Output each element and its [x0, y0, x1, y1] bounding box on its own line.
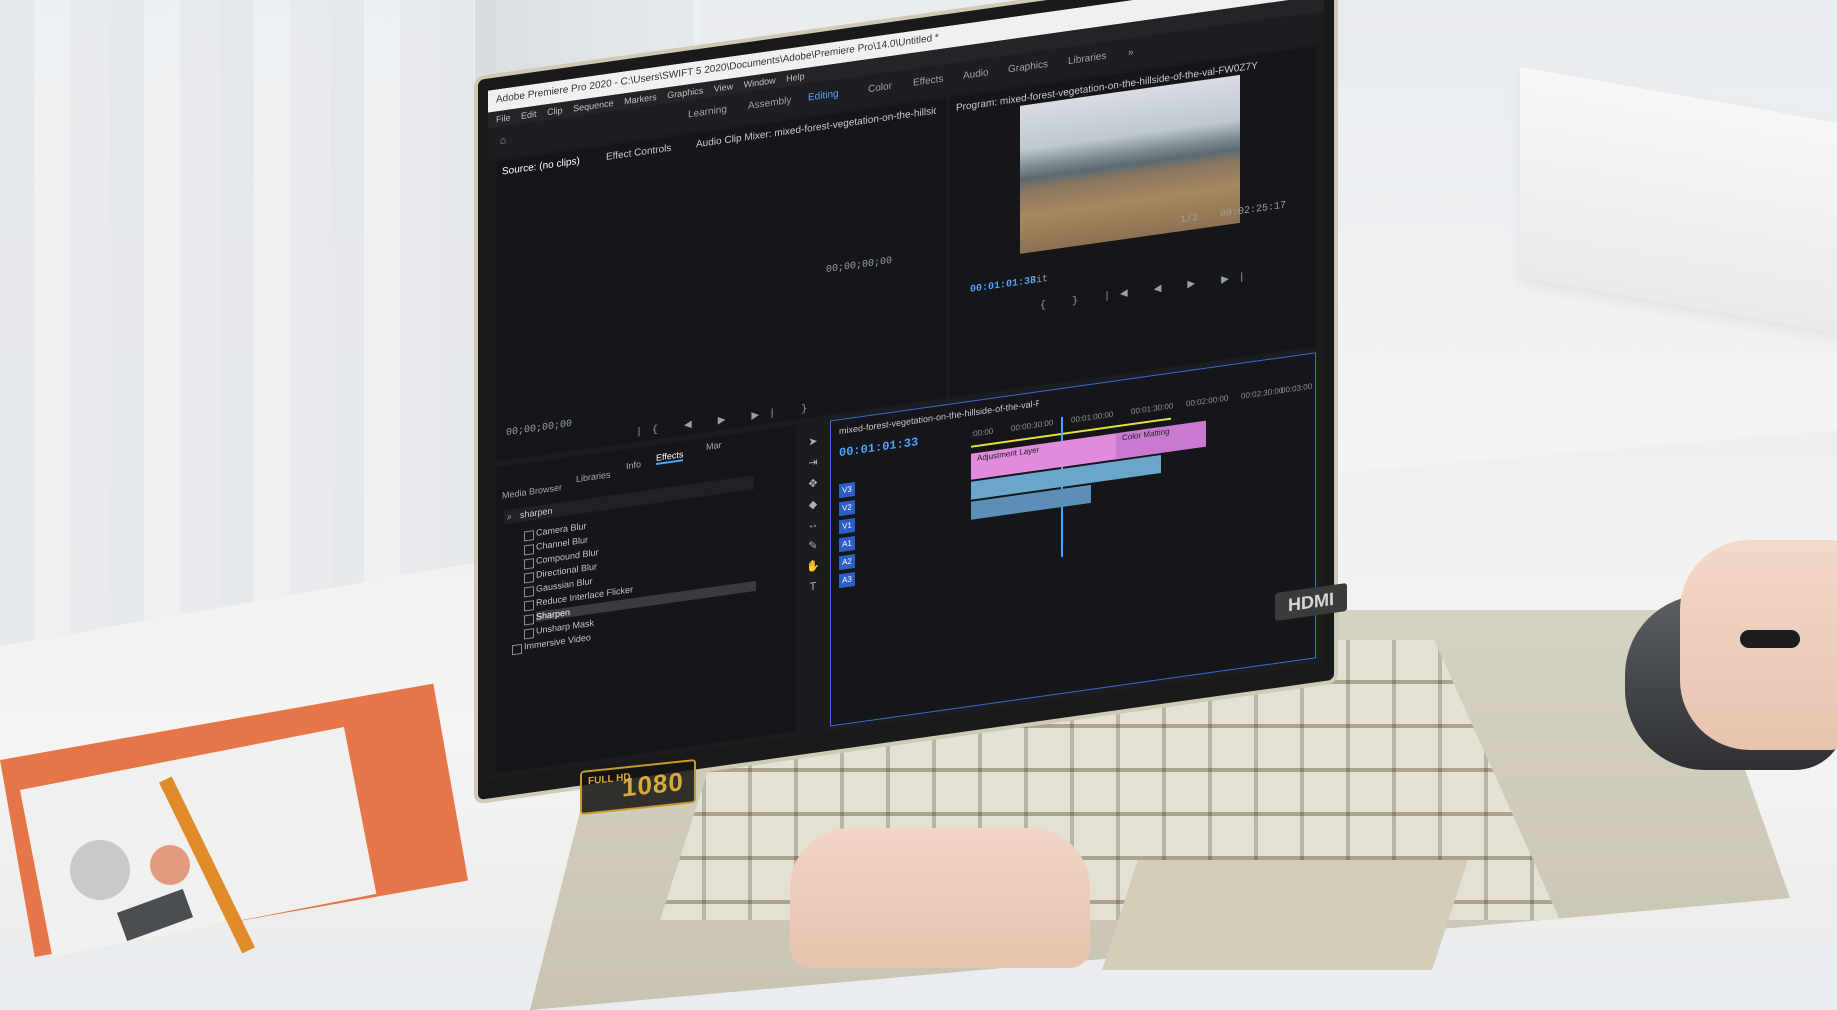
ripple-edit-tool-icon[interactable]: ✥ — [800, 475, 826, 492]
tools-panel: ➤ ⇥ ✥ ◆ ↔ ✎ ✋ T — [800, 421, 826, 731]
ruler-tick: 00:01:30:00 — [1131, 401, 1174, 417]
overflow-chevron-icon[interactable]: » — [1128, 47, 1134, 59]
ruler-tick: :00:00 — [971, 426, 994, 439]
ruler-tick: 00:03:00 — [1281, 381, 1313, 396]
tab-info[interactable]: Info — [626, 459, 641, 471]
workspace-editing[interactable]: Editing — [808, 88, 839, 103]
card-circle-shape — [150, 845, 190, 885]
fit-dropdown[interactable]: Fit — [1030, 274, 1048, 288]
workspace-learning[interactable]: Learning — [688, 104, 727, 120]
workspace-assembly[interactable]: Assembly — [748, 95, 791, 112]
tab-media-browser[interactable]: Media Browser — [502, 482, 562, 500]
timeline-panel: mixed-forest-vegetation-on-the-hillside-… — [830, 352, 1316, 727]
track-label: A1 — [839, 536, 855, 553]
workspace-effects[interactable]: Effects — [913, 74, 943, 89]
program-transport-controls[interactable]: { } |◀ ◀ ▶ ▶| — [1040, 270, 1255, 312]
source-duration: 00;00;00;00 — [826, 255, 893, 277]
search-value: sharpen — [520, 505, 553, 521]
ruler-tick: 00:02:00:00 — [1186, 393, 1229, 409]
typing-hand — [790, 828, 1090, 968]
timeline-timecode[interactable]: 00:01:01:33 — [839, 435, 918, 460]
source-timecode[interactable]: 00;00;00;00 — [506, 419, 572, 439]
menu-view[interactable]: View — [714, 81, 733, 94]
ruler-tick: 00:01:00:00 — [1071, 409, 1114, 425]
workspace-libraries[interactable]: Libraries — [1068, 51, 1106, 67]
source-monitor-panel: Source: (no clips) Effect Controls Audio… — [496, 98, 946, 462]
tab-effects[interactable]: Effects — [656, 449, 684, 465]
selection-tool-icon[interactable]: ➤ — [800, 433, 826, 450]
slip-tool-icon[interactable]: ↔ — [800, 517, 826, 533]
menu-markers[interactable]: Markers — [624, 92, 657, 107]
tab-markers[interactable]: Mar — [706, 440, 722, 452]
laptop-screen: Adobe Premiere Pro 2020 - C:\Users\SWIFT… — [488, 0, 1324, 781]
workspace-graphics[interactable]: Graphics — [1008, 59, 1048, 76]
menu-help[interactable]: Help — [786, 71, 805, 84]
track-label: V3 — [839, 482, 855, 499]
touchpad[interactable] — [1102, 860, 1468, 970]
track-label: V2 — [839, 500, 855, 517]
menu-window[interactable]: Window — [744, 75, 776, 89]
program-video-frame — [1020, 74, 1240, 254]
ruler-tick: 00:00:30:00 — [1011, 418, 1054, 434]
fullhd-resolution: 1080 — [622, 766, 684, 803]
track-label: A2 — [839, 554, 855, 571]
track-select-tool-icon[interactable]: ⇥ — [800, 454, 826, 471]
card-circle-shape — [70, 840, 130, 900]
tab-libraries[interactable]: Libraries — [576, 469, 611, 484]
razor-tool-icon[interactable]: ◆ — [800, 496, 826, 513]
workspace-color[interactable]: Color — [868, 81, 892, 95]
program-timecode[interactable]: 00:01:01:33 — [970, 276, 1036, 296]
tab-source[interactable]: Source: (no clips) — [502, 156, 580, 178]
workspace-audio[interactable]: Audio — [963, 67, 989, 82]
effects-search-input[interactable]: ⌕ sharpen — [504, 475, 754, 525]
tab-effect-controls[interactable]: Effect Controls — [606, 143, 671, 163]
folder-immersive-video[interactable]: Immersive Video — [524, 632, 591, 651]
effects-panel: Media Browser Libraries Info Effects Mar… — [496, 425, 796, 774]
laptop-lid: Adobe Premiere Pro 2020 - C:\Users\SWIFT… — [478, 0, 1334, 801]
program-monitor-panel: Program: mixed-forest-vegetation-on-the-… — [950, 46, 1316, 398]
menu-clip[interactable]: Clip — [547, 105, 563, 117]
type-tool-icon[interactable]: T — [800, 579, 826, 595]
shelf — [1520, 66, 1837, 334]
hand-tool-icon[interactable]: ✋ — [800, 558, 826, 575]
search-icon: ⌕ — [507, 511, 513, 522]
track-label: V1 — [839, 518, 855, 535]
color-matting-clip[interactable]: Color Matting — [1116, 420, 1206, 460]
ruler-tick: 00:02:30:00 — [1241, 385, 1284, 401]
pen-tool-icon[interactable]: ✎ — [800, 537, 826, 554]
menu-edit[interactable]: Edit — [521, 109, 537, 121]
home-icon[interactable]: ⌂ — [500, 135, 506, 147]
mouse-wheel — [1740, 630, 1800, 648]
menu-file[interactable]: File — [496, 112, 511, 124]
track-label: A3 — [839, 572, 855, 589]
